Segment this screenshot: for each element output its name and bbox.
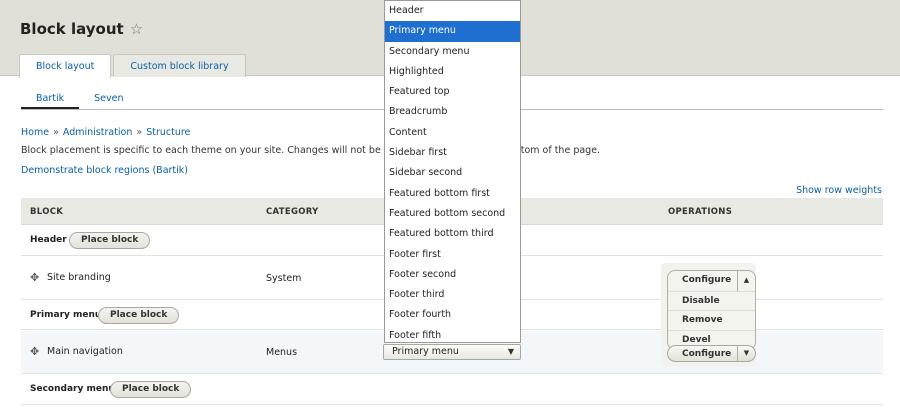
block-name: Main navigation: [47, 346, 123, 357]
block-name: Site branding: [47, 272, 111, 283]
breadcrumb-structure[interactable]: Structure: [146, 127, 190, 138]
tab-bartik[interactable]: Bartik: [21, 90, 80, 109]
region-select[interactable]: Primary menu ▼: [383, 344, 521, 360]
operation-remove[interactable]: Remove: [668, 310, 755, 330]
place-block-button[interactable]: Place block: [98, 307, 180, 324]
drag-handle-icon[interactable]: ✥: [30, 345, 39, 358]
region-option-breadcrumb[interactable]: Breadcrumb: [385, 102, 520, 122]
region-option-footer-fifth[interactable]: Footer fifth: [385, 326, 520, 346]
chevron-up-icon[interactable]: ▲: [737, 271, 755, 291]
breadcrumb-separator: »: [53, 127, 59, 138]
place-block-button[interactable]: Place block: [110, 381, 192, 398]
block-category: System: [266, 273, 302, 284]
region-option-featured-bottom-third[interactable]: Featured bottom third: [385, 224, 520, 244]
operation-label: Configure: [682, 275, 732, 285]
region-label: Secondary menu: [30, 384, 115, 394]
region-option-footer-third[interactable]: Footer third: [385, 285, 520, 305]
configure-button[interactable]: Configure ▼: [667, 345, 756, 362]
configure-label: Configure: [682, 348, 732, 359]
block-category: Menus: [266, 347, 298, 358]
tab-block-layout[interactable]: Block layout: [19, 54, 112, 78]
region-label: Primary menu: [30, 310, 102, 320]
drag-handle-icon[interactable]: ✥: [30, 271, 39, 284]
page-title-text: Block layout: [20, 20, 124, 38]
header-block: BLOCK: [30, 207, 64, 217]
breadcrumb-separator: »: [136, 127, 143, 138]
region-option-featured-top[interactable]: Featured top: [385, 82, 520, 102]
chevron-down-icon: ▼: [507, 347, 514, 356]
region-option-sidebar-first[interactable]: Sidebar first: [385, 143, 520, 163]
region-option-secondary-menu[interactable]: Secondary menu: [385, 42, 520, 62]
operations-dropdown: Configure ▲ Disable Remove Devel: [667, 270, 756, 350]
region-option-footer-fourth[interactable]: Footer fourth: [385, 305, 520, 325]
primary-tabs: Block layout Custom block library: [19, 54, 246, 78]
demonstrate-regions-link[interactable]: Demonstrate block regions (Bartik): [21, 165, 188, 176]
tab-seven[interactable]: Seven: [79, 90, 138, 109]
tab-custom-block-library[interactable]: Custom block library: [113, 54, 246, 77]
header-operations: OPERATIONS: [668, 207, 733, 217]
help-text-end: ttom of the page.: [517, 145, 601, 156]
breadcrumb-administration[interactable]: Administration: [63, 127, 133, 138]
region-option-featured-bottom-first[interactable]: Featured bottom first: [385, 184, 520, 204]
breadcrumb: Home » Administration » Structure: [21, 127, 190, 138]
page-title: Block layout ☆: [20, 20, 143, 38]
region-select-value: Primary menu: [392, 346, 459, 357]
operation-disable[interactable]: Disable: [668, 290, 755, 311]
operation-configure[interactable]: Configure ▲: [668, 271, 755, 291]
star-icon[interactable]: ☆: [130, 20, 143, 38]
region-label: Header: [30, 235, 67, 245]
region-option-primary-menu[interactable]: Primary menu: [385, 21, 520, 42]
region-option-content[interactable]: Content: [385, 123, 520, 143]
region-option-highlighted[interactable]: Highlighted: [385, 62, 520, 82]
breadcrumb-home[interactable]: Home: [21, 127, 49, 138]
region-option-featured-bottom-second[interactable]: Featured bottom second: [385, 204, 520, 224]
region-row-secondary-menu: Secondary menu Place block: [21, 375, 883, 405]
place-block-button[interactable]: Place block: [69, 232, 151, 249]
show-row-weights-link[interactable]: Show row weights: [796, 185, 882, 196]
region-option-footer-second[interactable]: Footer second: [385, 265, 520, 285]
region-option-footer-first[interactable]: Footer first: [385, 245, 520, 265]
region-dropdown-list: Header Primary menu Secondary menu Highl…: [384, 0, 521, 343]
chevron-down-icon[interactable]: ▼: [737, 346, 755, 361]
help-text-start: Block placement is specific to each them…: [21, 145, 431, 156]
region-option-header[interactable]: Header: [385, 1, 520, 21]
header-category: CATEGORY: [266, 207, 319, 217]
region-option-sidebar-second[interactable]: Sidebar second: [385, 163, 520, 183]
